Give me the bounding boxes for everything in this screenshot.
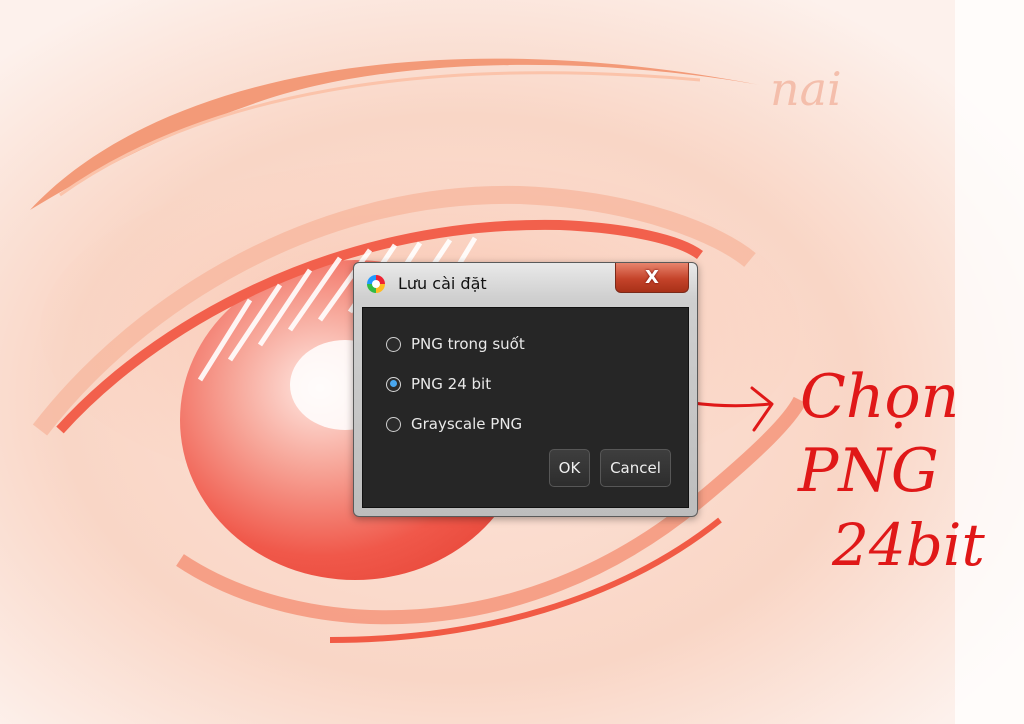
- ok-button[interactable]: OK: [549, 449, 590, 487]
- option-label: Grayscale PNG: [411, 415, 523, 433]
- option-label: PNG 24 bit: [411, 375, 492, 393]
- radio-button-icon[interactable]: [386, 416, 401, 432]
- radio-button-checked-icon[interactable]: [386, 376, 401, 392]
- annotation-line-png: PNG: [798, 436, 939, 506]
- close-button[interactable]: X: [615, 263, 689, 293]
- dialog-content: PNG trong suốt PNG 24 bit Grayscale PNG …: [362, 307, 689, 508]
- app-logo-icon: [367, 275, 385, 293]
- option-png-24bit[interactable]: PNG 24 bit: [386, 373, 491, 395]
- annotation-line-choose: Chọn: [800, 362, 960, 432]
- option-label: PNG trong suốt: [411, 335, 525, 353]
- dialog-titlebar[interactable]: Lưu cài đặt X: [354, 263, 697, 307]
- option-png-transparent[interactable]: PNG trong suốt: [386, 333, 525, 355]
- annotation-text: Chọn PNG 24bit: [798, 360, 985, 582]
- save-settings-dialog: Lưu cài đặt X PNG trong suốt PNG 24 bit …: [353, 262, 698, 517]
- cancel-button[interactable]: Cancel: [600, 449, 671, 487]
- dialog-title: Lưu cài đặt: [398, 274, 487, 293]
- artist-signature: nai: [770, 62, 842, 116]
- radio-button-icon[interactable]: [386, 336, 401, 352]
- annotation-line-24bit: 24bit: [832, 511, 985, 579]
- option-grayscale-png[interactable]: Grayscale PNG: [386, 413, 522, 435]
- close-icon: X: [645, 267, 659, 288]
